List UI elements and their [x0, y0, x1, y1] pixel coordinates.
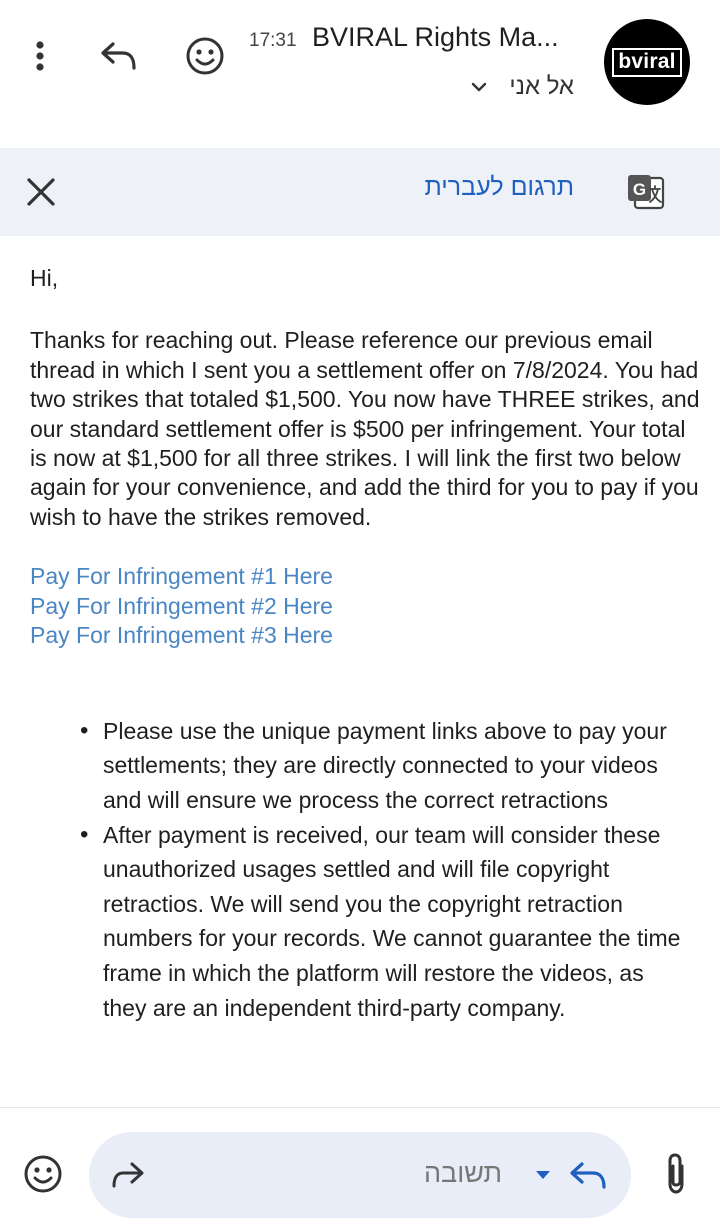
reply-button[interactable] — [96, 36, 140, 76]
google-translate-icon: G — [628, 175, 665, 210]
close-translate-button[interactable] — [22, 172, 60, 212]
forward-icon — [112, 1162, 144, 1188]
emoji-icon — [24, 1155, 62, 1193]
emoji-reaction-button[interactable] — [22, 1153, 64, 1195]
recipient-label: אל אני — [509, 73, 574, 100]
payment-link-2[interactable]: Pay For Infringement #2 Here — [30, 592, 700, 622]
recipient-toggle[interactable]: אל אני — [470, 72, 574, 102]
reply-send-button[interactable] — [566, 1155, 610, 1195]
caret-down-icon — [536, 1171, 550, 1179]
payment-links: Pay For Infringement #1 Here Pay For Inf… — [30, 562, 700, 651]
reply-icon — [570, 1162, 606, 1189]
avatar-logo: bviral — [612, 47, 682, 77]
list-item: After payment is received, our team will… — [80, 818, 686, 1026]
email-paragraph: Thanks for reaching out. Please referenc… — [30, 327, 700, 530]
payment-link-3[interactable]: Pay For Infringement #3 Here — [30, 621, 700, 651]
translate-button[interactable]: G — [625, 172, 667, 212]
attach-icon — [668, 1153, 684, 1194]
chevron-down-icon — [471, 82, 487, 92]
sender-name[interactable]: BVIRAL Rights Ma... — [312, 22, 580, 53]
close-icon — [27, 178, 55, 206]
email-body: Hi, Thanks for reaching out. Please refe… — [30, 262, 700, 1025]
reply-options-button[interactable] — [533, 1166, 553, 1184]
instructions-list: Please use the unique payment links abov… — [80, 714, 686, 1025]
attach-button[interactable] — [660, 1152, 692, 1196]
sender-avatar[interactable]: bviral — [604, 19, 690, 105]
email-time: 17:31 — [249, 30, 297, 51]
reply-label[interactable]: תשובה — [408, 1158, 518, 1189]
forward-button[interactable] — [108, 1155, 148, 1195]
svg-text:G: G — [633, 180, 646, 199]
emoji-icon — [186, 37, 224, 75]
translate-link[interactable]: תרגום לעברית — [360, 173, 574, 202]
react-emoji-button[interactable] — [184, 34, 226, 78]
list-item: Please use the unique payment links abov… — [80, 714, 686, 818]
more-options-button[interactable] — [22, 36, 58, 76]
greeting: Hi, — [30, 265, 59, 291]
reply-icon — [101, 42, 136, 70]
payment-link-1[interactable]: Pay For Infringement #1 Here — [30, 562, 700, 592]
more-vert-icon — [36, 41, 44, 71]
